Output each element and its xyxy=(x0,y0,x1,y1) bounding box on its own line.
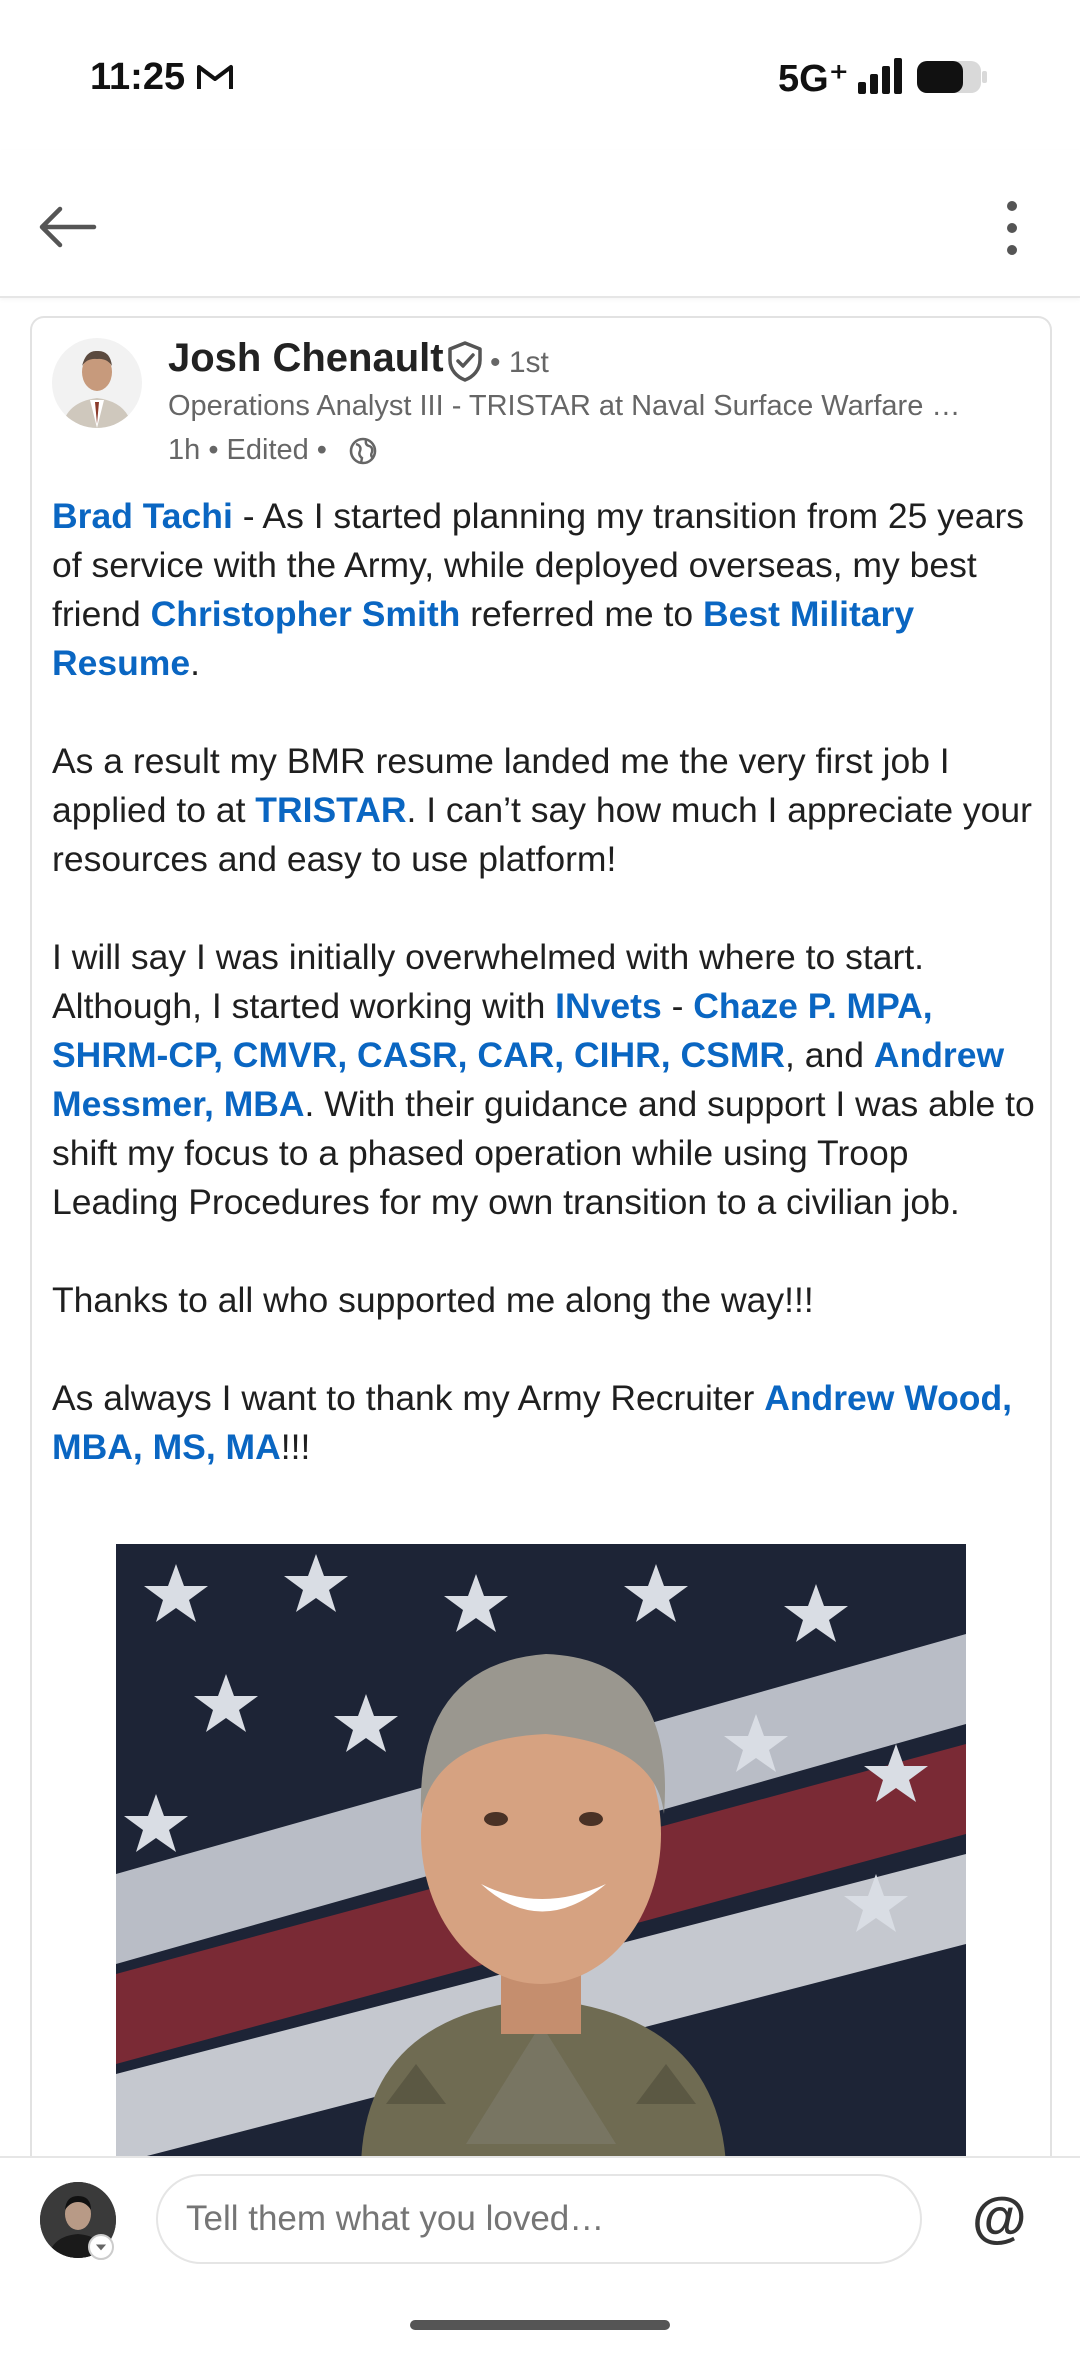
mention-link[interactable]: Christopher Smith xyxy=(151,594,461,634)
post-text: . xyxy=(190,643,200,683)
author-avatar[interactable] xyxy=(52,338,142,428)
mention-link[interactable]: INvets xyxy=(555,986,662,1026)
signal-icon xyxy=(858,58,902,94)
author-name[interactable]: Josh Chenault xyxy=(168,336,444,381)
post-card: Josh Chenault • 1st Operations Analyst I… xyxy=(30,316,1052,2158)
gmail-icon xyxy=(197,65,233,89)
post-paragraph: As always I want to thank my Army Recrui… xyxy=(52,1374,1042,1472)
mention-button[interactable]: @ xyxy=(972,2184,1027,2249)
author-headline: Operations Analyst III - TRISTAR at Nava… xyxy=(168,390,961,422)
globe-icon xyxy=(349,437,377,465)
post-text: !!! xyxy=(280,1427,311,1467)
post-paragraph: As a result my BMR resume landed me the … xyxy=(52,737,1042,884)
home-indicator[interactable] xyxy=(410,2320,670,2330)
comment-bar: @ xyxy=(0,2156,1080,2366)
connection-degree: • 1st xyxy=(490,346,549,379)
post-timestamp: 1h • Edited • xyxy=(168,434,327,466)
post-text: , and xyxy=(785,1035,874,1075)
more-vertical-icon[interactable] xyxy=(992,196,1032,260)
mention-link[interactable]: TRISTAR xyxy=(255,790,406,830)
post-body: Brad Tachi - As I started planning my tr… xyxy=(52,492,1042,1472)
post-paragraph: I will say I was initially overwhelmed w… xyxy=(52,933,1042,1227)
verified-shield-icon xyxy=(448,341,482,382)
post-paragraph: Thanks to all who supported me along the… xyxy=(52,1280,814,1320)
post-text: As always I want to thank my Army Recrui… xyxy=(52,1378,765,1418)
post-text: - xyxy=(661,986,694,1026)
status-bar: 11:25 5G⁺ xyxy=(0,0,1080,150)
comment-input[interactable] xyxy=(156,2174,922,2264)
network-type: 5G⁺ xyxy=(778,58,849,100)
battery-icon xyxy=(917,61,987,93)
post-paragraph: Brad Tachi - As I started planning my tr… xyxy=(52,492,1042,688)
post-photo[interactable] xyxy=(116,1544,966,2158)
mention-link[interactable]: Brad Tachi xyxy=(52,496,233,536)
chevron-down-icon[interactable] xyxy=(88,2234,114,2260)
status-time: 11:25 xyxy=(90,56,186,98)
post-text: referred me to xyxy=(460,594,704,634)
top-app-bar xyxy=(0,150,1080,298)
back-arrow-icon[interactable] xyxy=(32,202,102,252)
